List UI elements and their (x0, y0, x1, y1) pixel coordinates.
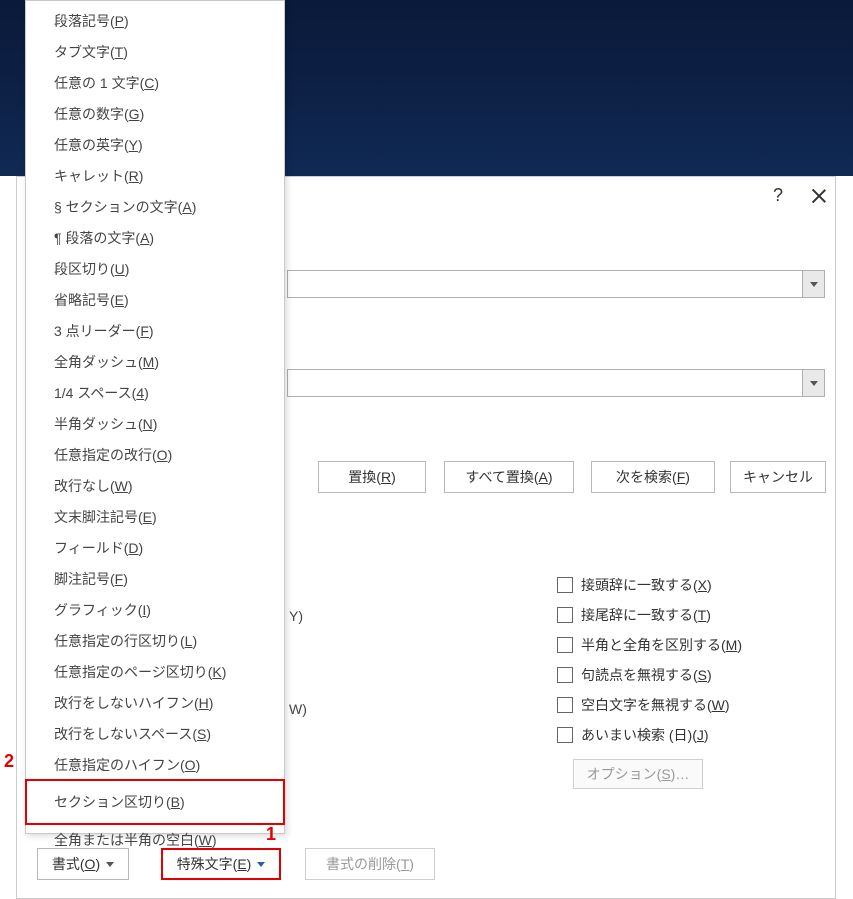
menu-item-manual-line-break[interactable]: 任意指定の行区切り(L) (26, 625, 284, 656)
button-label: 特殊文字(E) (177, 854, 252, 874)
menu-item-any-letter[interactable]: 任意の英字(Y) (26, 129, 284, 160)
checkbox-fuzzy-japanese[interactable]: あいまい検索 (日)(J) (557, 720, 742, 750)
menu-item-graphic[interactable]: グラフィック(I) (26, 594, 284, 625)
menu-item-column-break[interactable]: 段区切り(U) (26, 253, 284, 284)
checkbox-label: あいまい検索 (日)(J) (581, 725, 709, 745)
menu-item-no-break[interactable]: 改行なし(W) (26, 470, 284, 501)
find-next-button[interactable]: 次を検索(F) (591, 461, 715, 493)
menu-item-paragraph-char[interactable]: ¶ 段落の文字(A) (26, 222, 284, 253)
menu-item-en-dash[interactable]: 半角ダッシュ(N) (26, 408, 284, 439)
replace-with-combo[interactable] (287, 369, 825, 397)
chevron-down-icon (106, 862, 114, 867)
checkbox-ignore-punctuation[interactable]: 句読点を無視する(S) (557, 660, 742, 690)
checkbox-icon (557, 577, 573, 593)
menu-item-endnote-mark[interactable]: 文末脚注記号(E) (26, 501, 284, 532)
titlebar-buttons: ? (773, 185, 827, 206)
menu-item-any-character[interactable]: 任意の 1 文字(C) (26, 67, 284, 98)
menu-item-nonbreaking-space[interactable]: 改行をしないスペース(S) (26, 718, 284, 749)
menu-item-manual-page-break[interactable]: 任意指定のページ区切り(K) (26, 656, 284, 687)
menu-item-white-space[interactable]: 全角または半角の空白(W) (26, 824, 284, 855)
chevron-down-icon (810, 381, 818, 386)
dropdown-button[interactable] (802, 370, 824, 396)
search-options-group: 接頭辞に一致する(X) 接尾辞に一致する(T) 半角と全角を区別する(M) 句読… (557, 570, 742, 750)
menu-item-quarter-space[interactable]: 1/4 スペース(4) (26, 377, 284, 408)
dropdown-button[interactable] (802, 271, 824, 297)
obscured-text-w: W) (289, 701, 307, 717)
checkbox-icon (557, 607, 573, 623)
menu-item-field[interactable]: フィールド(D) (26, 532, 284, 563)
options-button: オプション(S)… (573, 759, 703, 789)
checkbox-label: 接尾辞に一致する(T) (581, 605, 711, 625)
menu-item-3dot-leader[interactable]: 3 点リーダー(F) (26, 315, 284, 346)
button-label: 書式(O) (52, 854, 100, 874)
menu-item-section-char[interactable]: § セクションの文字(A) (26, 191, 284, 222)
checkbox-ignore-whitespace[interactable]: 空白文字を無視する(W) (557, 690, 742, 720)
checkbox-match-prefix[interactable]: 接頭辞に一致する(X) (557, 570, 742, 600)
obscured-text-y: Y) (289, 608, 303, 624)
checkbox-icon (557, 637, 573, 653)
clear-formatting-button: 書式の削除(T) (305, 848, 435, 880)
checkbox-icon (557, 667, 573, 683)
replace-all-button[interactable]: すべて置換(A) (444, 461, 574, 493)
annotation-1: 1 (266, 824, 276, 845)
menu-item-any-digit[interactable]: 任意の数字(G) (26, 98, 284, 129)
annotation-2: 2 (4, 751, 14, 772)
help-icon[interactable]: ? (773, 185, 783, 206)
checkbox-label: 句読点を無視する(S) (581, 665, 712, 685)
special-characters-menu: 段落記号(P) タブ文字(T) 任意の 1 文字(C) 任意の数字(G) 任意の… (25, 0, 285, 834)
checkbox-match-width[interactable]: 半角と全角を区別する(M) (557, 630, 742, 660)
checkbox-icon (557, 697, 573, 713)
menu-item-em-dash[interactable]: 全角ダッシュ(M) (26, 346, 284, 377)
cancel-button[interactable]: キャンセル (730, 461, 826, 493)
button-label: 書式の削除(T) (326, 854, 414, 874)
menu-item-footnote-mark[interactable]: 脚注記号(F) (26, 563, 284, 594)
checkbox-label: 半角と全角を区別する(M) (581, 635, 742, 655)
menu-item-section-break[interactable]: セクション区切り(B) (26, 780, 284, 824)
menu-item-optional-hyphen[interactable]: 任意指定のハイフン(O) (26, 749, 284, 780)
checkbox-label: 接頭辞に一致する(X) (581, 575, 712, 595)
find-what-combo[interactable] (287, 270, 825, 298)
menu-item-optional-break[interactable]: 任意指定の改行(O) (26, 439, 284, 470)
chevron-down-icon (810, 282, 818, 287)
menu-item-ellipsis[interactable]: 省略記号(E) (26, 284, 284, 315)
menu-item-paragraph-mark[interactable]: 段落記号(P) (26, 5, 284, 36)
close-icon[interactable] (811, 188, 827, 204)
menu-item-caret[interactable]: キャレット(R) (26, 160, 284, 191)
replace-button[interactable]: 置換(R) (318, 461, 426, 493)
checkbox-match-suffix[interactable]: 接尾辞に一致する(T) (557, 600, 742, 630)
menu-item-nonbreaking-hyphen[interactable]: 改行をしないハイフン(H) (26, 687, 284, 718)
menu-item-tab-character[interactable]: タブ文字(T) (26, 36, 284, 67)
chevron-down-icon (257, 862, 265, 867)
checkbox-icon (557, 727, 573, 743)
checkbox-label: 空白文字を無視する(W) (581, 695, 730, 715)
